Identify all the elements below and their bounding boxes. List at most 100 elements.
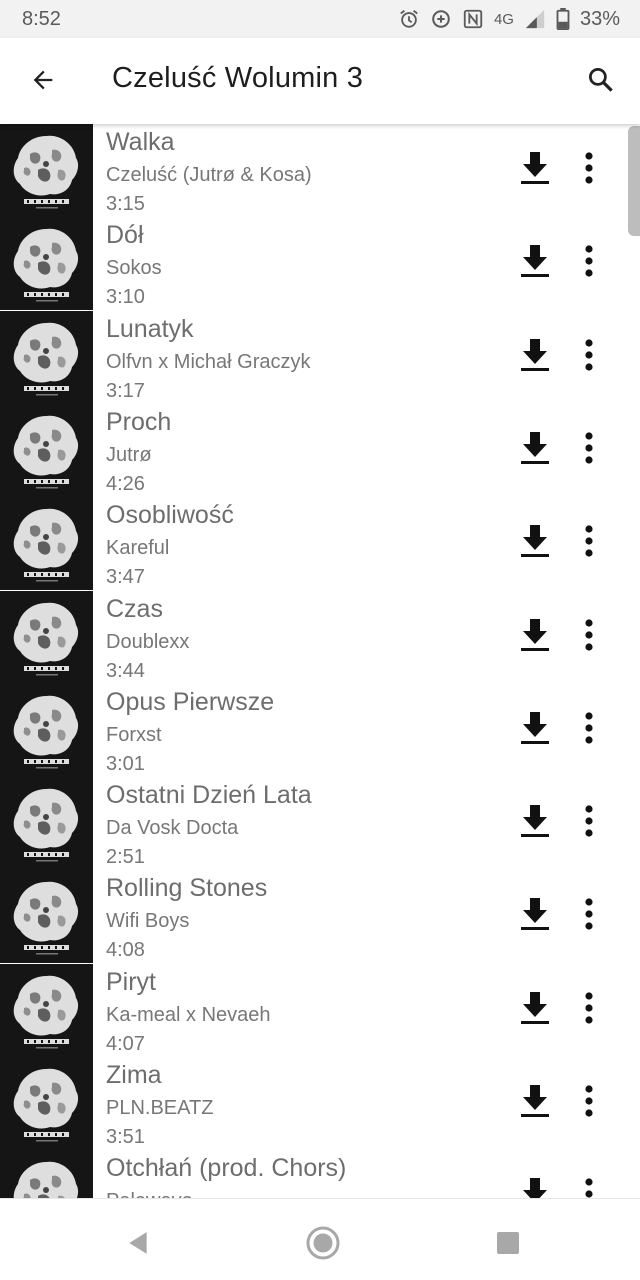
track-row[interactable]: Walka Czeluść (Jutrø & Kosa) 3:15 (0, 124, 640, 217)
download-button[interactable] (514, 709, 556, 751)
album-cover (0, 404, 93, 497)
track-title: Osobliwość (106, 501, 234, 529)
album-cover (0, 964, 93, 1057)
track-duration: 3:01 (106, 753, 145, 775)
battery-percent: 33% (579, 7, 620, 30)
track-row[interactable]: Zima PLN.BEATZ 3:51 (0, 1057, 640, 1150)
track-row[interactable]: Lunatyk Olfvn x Michał Graczyk 3:17 (0, 311, 640, 404)
track-row[interactable]: Opus Pierwsze Forxst 3:01 (0, 684, 640, 777)
download-icon (518, 430, 552, 471)
download-button[interactable] (514, 522, 556, 564)
more-options-button[interactable] (570, 522, 608, 564)
track-row[interactable]: Piryt Ka-meal x Nevaeh 4:07 (0, 964, 640, 1057)
more-options-button[interactable] (570, 709, 608, 751)
scrollbar-thumb[interactable] (628, 126, 640, 236)
more-vert-icon (584, 338, 594, 377)
more-vert-icon (584, 524, 594, 563)
arrow-back-icon (29, 66, 57, 99)
track-artist: Doublexx (106, 631, 190, 653)
download-icon (518, 150, 552, 191)
back-button[interactable] (20, 59, 66, 105)
nav-recents-button[interactable] (488, 1225, 528, 1265)
track-artist: PLN.BEATZ (106, 1097, 214, 1119)
download-button[interactable] (514, 1082, 556, 1124)
download-icon (518, 617, 552, 658)
track-row[interactable]: Osobliwość Kareful 3:47 (0, 497, 640, 590)
more-options-button[interactable] (570, 336, 608, 378)
album-cover (0, 870, 93, 963)
album-cover (0, 1150, 93, 1198)
nav-back-button[interactable] (118, 1225, 158, 1265)
album-cover (0, 684, 93, 777)
track-row[interactable]: Dół Sokos 3:10 (0, 217, 640, 310)
more-vert-icon (584, 244, 594, 283)
track-artist: Da Vosk Docta (106, 817, 239, 839)
track-row[interactable]: Otchłań (prod. Chors) Palewave (0, 1150, 640, 1198)
download-icon (518, 803, 552, 844)
album-cover (0, 497, 93, 590)
download-button[interactable] (514, 989, 556, 1031)
more-vert-icon (584, 431, 594, 470)
track-row[interactable]: Proch Jutrø 4:26 (0, 404, 640, 497)
album-cover (0, 124, 93, 217)
more-options-button[interactable] (570, 429, 608, 471)
track-duration: 3:44 (106, 660, 145, 682)
album-cover (0, 591, 93, 684)
track-title: Ostatni Dzień Lata (106, 781, 312, 809)
track-row[interactable]: Czas Doublexx 3:44 (0, 591, 640, 684)
track-title: Otchłań (prod. Chors) (106, 1154, 347, 1182)
data-saver-icon (430, 8, 452, 30)
track-artist: Czeluść (Jutrø & Kosa) (106, 164, 312, 186)
track-title: Proch (106, 408, 172, 436)
download-button[interactable] (514, 242, 556, 284)
download-icon (518, 896, 552, 937)
download-icon (518, 243, 552, 284)
track-title: Dół (106, 221, 144, 249)
status-bar: 8:52 4G 33% (0, 0, 640, 38)
download-button[interactable] (514, 802, 556, 844)
track-duration: 3:15 (106, 193, 145, 215)
download-button[interactable] (514, 149, 556, 191)
download-button[interactable] (514, 1175, 556, 1198)
search-button[interactable] (578, 59, 624, 105)
track-duration: 3:47 (106, 566, 145, 588)
track-duration: 3:17 (106, 380, 145, 402)
track-row[interactable]: Ostatni Dzień Lata Da Vosk Docta 2:51 (0, 777, 640, 870)
download-icon (518, 523, 552, 564)
track-artist: Palewave (106, 1190, 193, 1198)
track-artist: Wifi Boys (106, 910, 190, 932)
download-button[interactable] (514, 895, 556, 937)
more-options-button[interactable] (570, 149, 608, 191)
more-options-button[interactable] (570, 242, 608, 284)
nav-recents-icon (496, 1231, 520, 1260)
track-title: Rolling Stones (106, 874, 268, 902)
download-icon (518, 710, 552, 751)
track-row[interactable]: Rolling Stones Wifi Boys 4:08 (0, 870, 640, 963)
track-title: Lunatyk (106, 315, 194, 343)
more-options-button[interactable] (570, 989, 608, 1031)
nav-home-button[interactable] (303, 1225, 343, 1265)
track-duration: 2:51 (106, 846, 145, 868)
download-icon (518, 337, 552, 378)
track-duration: 4:07 (106, 1033, 145, 1055)
status-icons: 4G 33% (398, 6, 620, 32)
download-button[interactable] (514, 429, 556, 471)
more-options-button[interactable] (570, 616, 608, 658)
download-button[interactable] (514, 616, 556, 658)
download-icon (518, 1083, 552, 1124)
scrollbar[interactable] (626, 124, 640, 1198)
alarm-icon (398, 8, 420, 30)
track-title: Piryt (106, 968, 156, 996)
track-list[interactable]: Walka Czeluść (Jutrø & Kosa) 3:15 Dół So… (0, 124, 640, 1198)
track-artist: Sokos (106, 257, 162, 279)
track-duration: 3:10 (106, 286, 145, 308)
track-artist: Ka-meal x Nevaeh (106, 1004, 271, 1026)
more-options-button[interactable] (570, 1082, 608, 1124)
more-options-button[interactable] (570, 895, 608, 937)
download-button[interactable] (514, 336, 556, 378)
more-options-button[interactable] (570, 802, 608, 844)
status-time: 8:52 (22, 8, 61, 30)
download-icon (518, 1176, 552, 1198)
more-options-button[interactable] (570, 1175, 608, 1198)
album-cover (0, 311, 93, 404)
